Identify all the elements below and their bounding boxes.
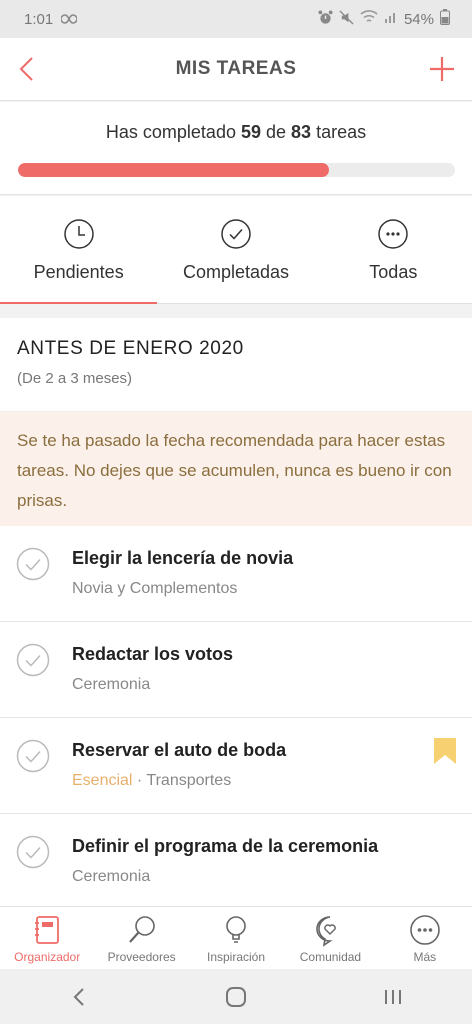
nav-inspiracion[interactable]: Inspiración: [189, 907, 283, 969]
system-home-button[interactable]: [206, 977, 266, 1017]
progress-summary: Has completado 59 de 83 tareas: [0, 102, 472, 195]
bottom-navigation: Organizador Proveedores Inspiración Comu…: [0, 906, 472, 969]
nav-comunidad[interactable]: Comunidad: [283, 907, 377, 969]
clock-icon: [63, 219, 94, 249]
task-list: Elegir la lencería de novia Novia y Comp…: [0, 526, 472, 910]
battery-percent: 54%: [403, 10, 434, 28]
tab-completadas[interactable]: Completadas: [157, 196, 314, 303]
task-category: Ceremonia: [72, 868, 151, 885]
task-title: Reservar el auto de boda: [72, 740, 287, 760]
meta-separator: ·: [132, 772, 147, 789]
task-item[interactable]: Definir el programa de la ceremonia Cere…: [0, 814, 472, 910]
back-arrow-icon: [73, 987, 84, 1006]
task-title: Redactar los votos: [72, 644, 234, 664]
recents-icon: [385, 989, 402, 1004]
magnifier-icon: [128, 916, 155, 943]
progress-bar-fill: [18, 163, 329, 177]
system-recents-button[interactable]: [363, 977, 423, 1017]
mute-icon: [339, 9, 354, 29]
app-header: MIS TAREAS: [0, 38, 472, 101]
section-subtitle: (De 2 a 3 meses): [17, 370, 133, 387]
nav-proveedores[interactable]: Proveedores: [94, 907, 188, 969]
home-icon: [225, 986, 246, 1007]
nav-label: Organizador: [14, 950, 81, 964]
battery-icon: [440, 9, 450, 29]
nav-label: Inspiración: [207, 950, 266, 964]
planner-icon: [35, 916, 60, 944]
task-item[interactable]: Elegir la lencería de novia Novia y Comp…: [0, 526, 472, 622]
chat-heart-icon: [316, 916, 337, 947]
check-circle-icon[interactable]: [16, 739, 50, 773]
task-category: Ceremonia: [72, 676, 151, 693]
plus-icon: [430, 57, 454, 81]
status-time: 1:01: [24, 10, 54, 28]
task-item[interactable]: Reservar el auto de boda Esencial · Tran…: [0, 718, 472, 814]
back-button[interactable]: [12, 52, 40, 86]
more-circle-icon: [378, 219, 409, 249]
tab-todas[interactable]: Todas: [315, 196, 472, 303]
overdue-warning: Se te ha pasado la fecha recomendada par…: [0, 412, 472, 526]
task-item[interactable]: Redactar los votos Ceremonia: [0, 622, 472, 718]
nav-label: Más: [413, 950, 437, 964]
chevron-left-icon: [19, 57, 33, 81]
bookmark-icon[interactable]: [434, 738, 456, 764]
task-category: Transportes: [146, 772, 232, 789]
nav-label: Proveedores: [107, 950, 176, 964]
task-filter-tabs: Pendientes Completadas Todas: [0, 196, 472, 304]
task-category: Novia y Complementos: [72, 580, 238, 597]
progress-bar: [18, 163, 455, 177]
tab-label: Pendientes: [33, 262, 124, 282]
total-count: 83: [291, 122, 312, 142]
wifi-icon: [360, 10, 378, 28]
alarm-icon: [318, 9, 333, 29]
page-title: MIS TAREAS: [175, 58, 297, 79]
tab-label: Todas: [369, 262, 418, 282]
signal-icon: [384, 10, 398, 28]
nav-mas[interactable]: Más: [378, 907, 472, 969]
add-task-button[interactable]: [424, 52, 460, 86]
section-header: ANTES DE ENERO 2020 (De 2 a 3 meses): [0, 318, 472, 412]
tab-pendientes[interactable]: Pendientes: [0, 196, 158, 304]
nav-label: Comunidad: [299, 950, 362, 964]
status-bar: 1:01 54%: [0, 0, 472, 38]
check-circle-icon[interactable]: [16, 835, 50, 869]
lightbulb-icon: [226, 916, 246, 943]
system-back-button[interactable]: [49, 977, 109, 1017]
task-meta: Esencial · Transportes: [72, 772, 231, 790]
section-title: ANTES DE ENERO 2020: [17, 338, 244, 359]
completed-count: 59: [240, 122, 261, 142]
system-navigation-bar: [0, 969, 472, 1024]
check-circle-icon[interactable]: [16, 643, 50, 677]
check-circle-icon[interactable]: [16, 547, 50, 581]
progress-text: Has completado 59 de 83 tareas: [105, 122, 367, 142]
check-circle-icon: [221, 219, 251, 249]
task-title: Definir el programa de la ceremonia: [72, 836, 379, 856]
tab-label: Completadas: [182, 262, 290, 282]
task-title: Elegir la lencería de novia: [72, 548, 294, 568]
more-icon: [410, 915, 440, 945]
essential-tag: Esencial: [72, 772, 133, 789]
nav-organizador[interactable]: Organizador: [0, 907, 94, 969]
infinity-icon: [60, 11, 78, 28]
